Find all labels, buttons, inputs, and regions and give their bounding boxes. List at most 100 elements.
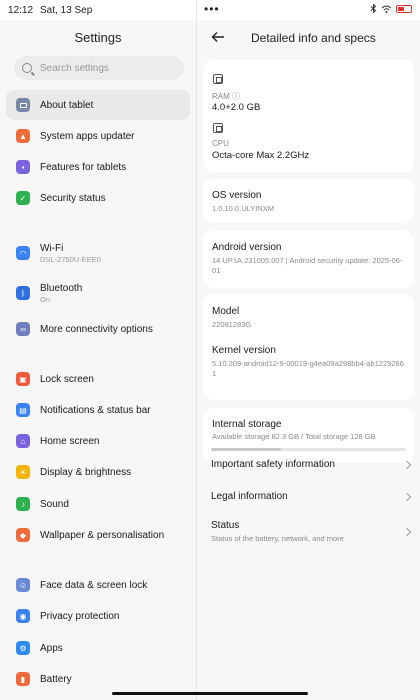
status-date: Sat, 13 Sep [40, 5, 93, 16]
storage-title: Internal storage [212, 419, 282, 430]
status-sub: Status of the battery, network, and more [211, 534, 344, 543]
model-value: 22081283G [212, 320, 252, 329]
menu-item-face-data[interactable]: ☺ Face data & screen lock [6, 570, 190, 600]
battery-status-icon [396, 4, 412, 13]
menu-item-bluetooth[interactable]: ᛒ Bluetooth On [6, 276, 190, 310]
wifi-status-icon [381, 5, 392, 13]
menu-item-security-status[interactable]: ✓ Security status [6, 183, 190, 213]
apps-icon: ⚙ [16, 641, 30, 655]
home-indicator[interactable] [112, 692, 308, 695]
menu-item-privacy[interactable]: ◉ Privacy protection [6, 601, 190, 631]
cpu-value: Octa-core Max 2.2GHz [212, 150, 310, 161]
menu-item-wallpaper[interactable]: ◆ Wallpaper & personalisation [6, 520, 190, 550]
menu-label: Sound [40, 498, 69, 510]
menu-item-display[interactable]: ☀ Display & brightness [6, 457, 190, 487]
ram-chip-icon [213, 74, 223, 84]
grid-icon: ▪ [16, 160, 30, 174]
kernel-title: Kernel version [212, 345, 276, 356]
menu-label: Notifications & status bar [40, 404, 151, 416]
menu-label: Home screen [40, 435, 100, 447]
menu-item-wifi[interactable]: ◠ Wi-Fi DSL-2750U-EEE0 [6, 236, 190, 270]
settings-pane: Settings About tablet ▲ System apps upda… [0, 20, 196, 700]
tablet-icon [16, 98, 30, 112]
android-version-title: Android version [212, 242, 282, 253]
menu-item-more-connectivity[interactable]: ∞ More connectivity options [6, 314, 190, 344]
connectivity-icon: ∞ [16, 322, 30, 336]
os-version-title: OS version [212, 190, 262, 201]
chevron-right-icon [402, 527, 412, 537]
search-bar[interactable] [14, 56, 184, 80]
settings-title: Settings [74, 30, 122, 45]
menu-label: More connectivity options [40, 323, 153, 335]
android-version-value: 14 UP1A.231005.007 | Android security up… [212, 256, 403, 275]
menu-item-system-apps-updater[interactable]: ▲ System apps updater [6, 121, 190, 151]
menu-label: Security status [40, 192, 106, 204]
menu-item-apps[interactable]: ⚙ Apps [6, 633, 190, 663]
menu-label: Features for tablets [40, 161, 127, 173]
android-version-card[interactable]: Android version 14 UP1A.231005.007 | And… [203, 231, 414, 288]
bluetooth-icon: ᛒ [16, 286, 30, 300]
status-icons [370, 4, 412, 13]
menu-label: Lock screen [40, 373, 94, 385]
sound-icon: ♪ [16, 497, 30, 511]
chevron-right-icon [402, 460, 412, 469]
legal-info-row[interactable]: Legal information [211, 491, 412, 502]
menu-label: System apps updater [40, 130, 135, 142]
menu-item-about-tablet[interactable]: About tablet [6, 90, 190, 120]
details-pane: Detailed info and specs RAM ⓘ 4.0+2.0 GB… [197, 20, 420, 700]
lock-icon: ▣ [16, 372, 30, 386]
menu-item-home-screen[interactable]: ⌂ Home screen [6, 426, 190, 456]
status-bar: 12:12 Sat, 13 Sep ••• [0, 0, 420, 20]
storage-progress-fill [211, 448, 282, 451]
notification-icon: ▤ [16, 403, 30, 417]
palette-icon: ◆ [16, 528, 30, 542]
battery-icon: ▮ [16, 672, 30, 686]
back-arrow-icon[interactable] [211, 30, 225, 44]
menu-item-lock-screen[interactable]: ▣ Lock screen [6, 364, 190, 394]
menu-label: Bluetooth [40, 282, 83, 294]
menu-item-features-for-tablets[interactable]: ▪ Features for tablets [6, 152, 190, 182]
menu-label: Face data & screen lock [40, 579, 148, 591]
menu-label: Wallpaper & personalisation [40, 529, 165, 541]
menu-label: About tablet [40, 99, 94, 111]
cpu-chip-icon [213, 123, 223, 133]
details-title: Detailed info and specs [251, 31, 376, 45]
ram-value: 4.0+2.0 GB [212, 102, 261, 113]
menu-item-notifications[interactable]: ▤ Notifications & status bar [6, 395, 190, 425]
shield-check-icon: ✓ [16, 191, 30, 205]
ram-label: RAM ⓘ [212, 92, 240, 101]
menu-label: Apps [40, 642, 63, 654]
storage-progress-bar [211, 448, 406, 451]
sun-icon: ☀ [16, 465, 30, 479]
safety-label: Important safety information [211, 459, 335, 470]
storage-card[interactable]: Internal storage Available storage 82.3 … [203, 408, 414, 463]
os-version-value: 1.0.10.0.ULYINXM [212, 204, 274, 213]
search-icon [22, 63, 32, 73]
more-dots-icon[interactable]: ••• [204, 2, 220, 16]
model-title: Model [212, 306, 240, 317]
privacy-icon: ◉ [16, 609, 30, 623]
model-kernel-card: Model 22081283G Kernel version 5.10.209-… [203, 294, 414, 400]
search-input[interactable] [40, 62, 170, 74]
arrow-up-icon: ▲ [16, 129, 30, 143]
chevron-right-icon [402, 492, 412, 501]
menu-label: Privacy protection [40, 610, 120, 622]
wifi-icon: ◠ [16, 246, 30, 260]
menu-label: Wi-Fi [40, 242, 64, 254]
wifi-network-name: DSL-2750U-EEE0 [40, 254, 101, 264]
legal-label: Legal information [211, 491, 288, 502]
status-time: 12:12 [8, 5, 34, 16]
bluetooth-status-icon [370, 4, 377, 13]
status-label: Status [211, 520, 240, 531]
status-row[interactable]: Status Status of the battery, network, a… [211, 520, 412, 544]
os-version-card[interactable]: OS version 1.0.10.0.ULYINXM [203, 179, 414, 223]
menu-label: Battery [40, 673, 72, 685]
kernel-value: 5.10.209-android12-9-00019-g4ea09a298bb4… [212, 359, 404, 378]
ram-cpu-card: RAM ⓘ 4.0+2.0 GB CPU Octa-core Max 2.2GH… [203, 60, 414, 172]
storage-value: Available storage 82.3 GB / Total storag… [212, 432, 376, 441]
menu-item-battery[interactable]: ▮ Battery [6, 664, 190, 694]
menu-item-sound[interactable]: ♪ Sound [6, 489, 190, 519]
bluetooth-state: On [40, 294, 51, 304]
menu-label: Display & brightness [40, 466, 132, 478]
important-safety-info-row[interactable]: Important safety information [211, 459, 412, 470]
